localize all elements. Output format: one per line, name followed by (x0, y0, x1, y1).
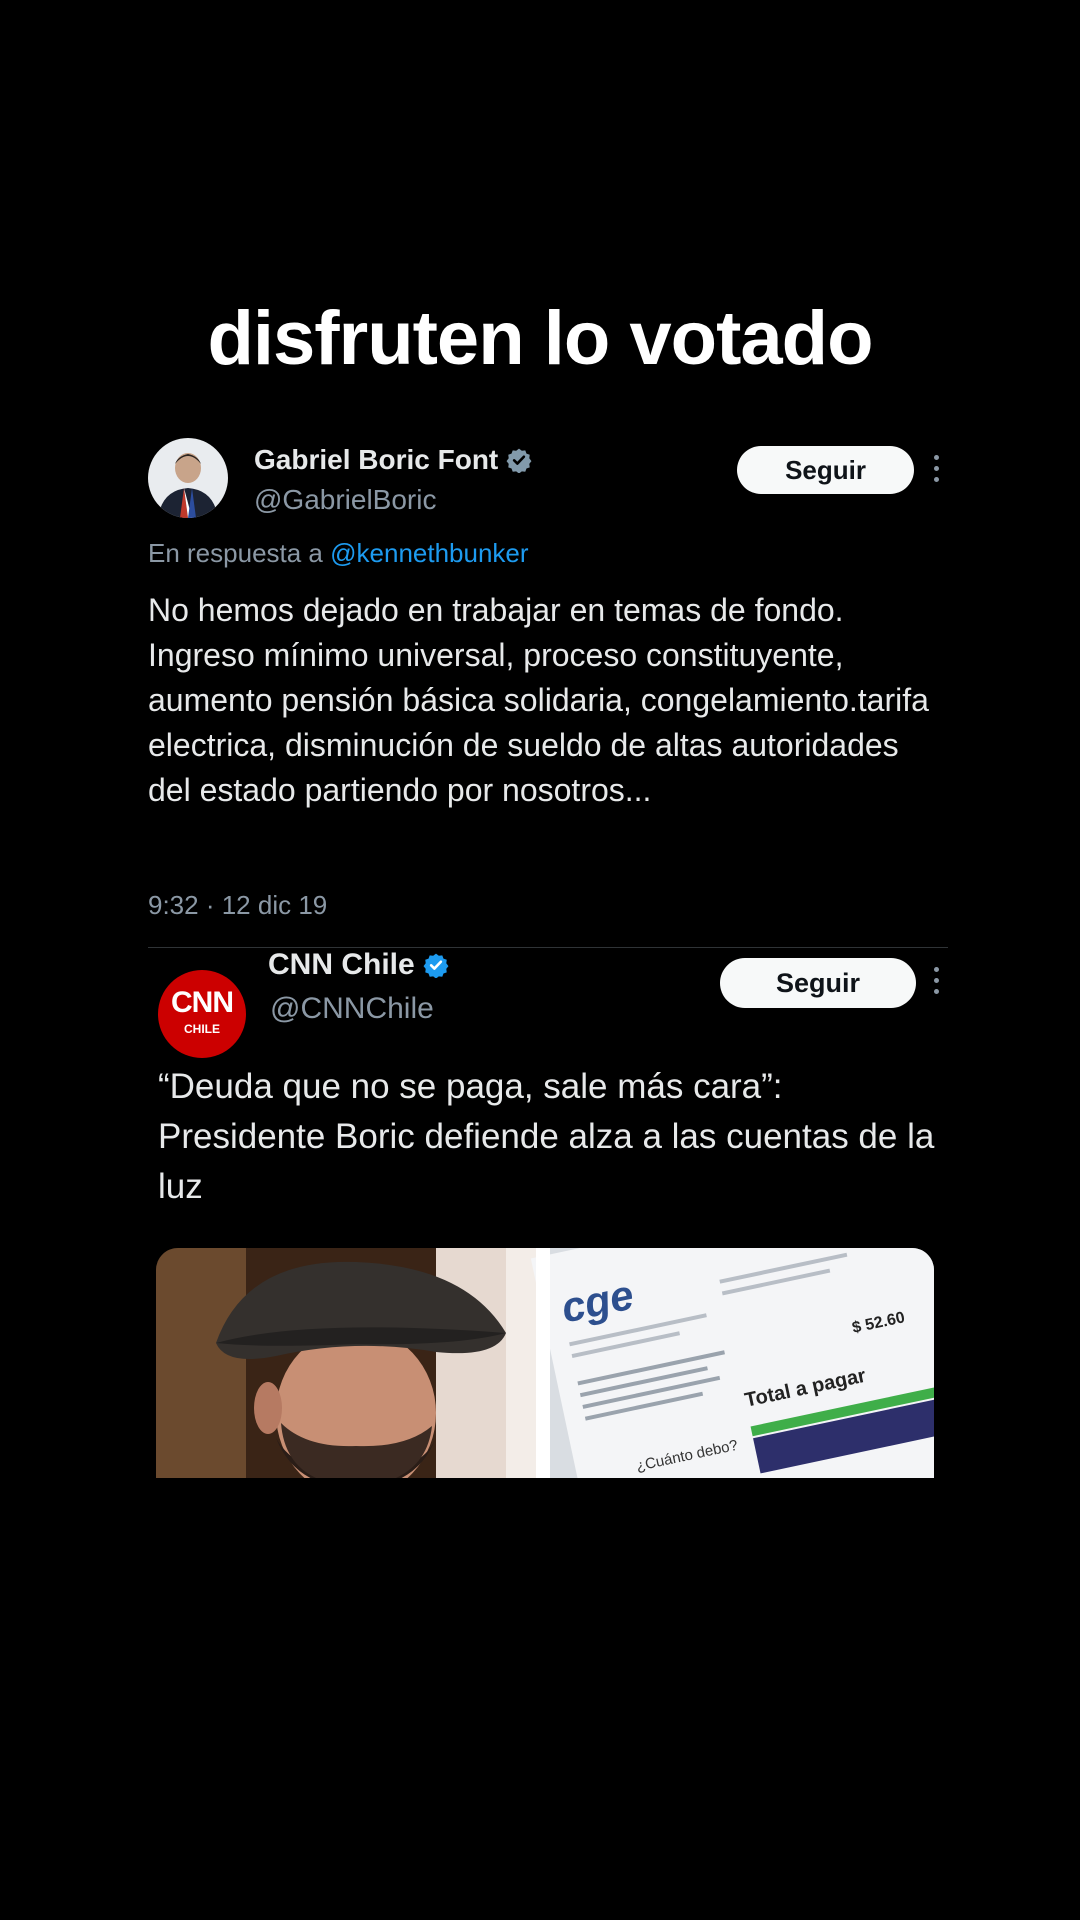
follow-button[interactable]: Seguir (719, 958, 916, 1008)
reply-mention-link[interactable]: @kennethbunker (330, 538, 528, 568)
reply-context: En respuesta a @kennethbunker (148, 538, 529, 569)
cnn-logo-text: CNN (171, 986, 234, 1019)
tweet-timestamp[interactable]: 9:32 · 12 dic 19 (148, 890, 327, 921)
verified-badge-icon (506, 448, 532, 473)
author-name[interactable]: CNN Chile (268, 952, 415, 980)
media-illustration: cge $ 52.60 Total a pagar ¿Cuánto debo? (156, 1248, 934, 1478)
cnn-avatar[interactable]: CNN CHILE (158, 970, 246, 1058)
tweet-text: “Deuda que no se paga, sale más cara”: P… (158, 1067, 935, 1206)
follow-button[interactable]: Seguir (737, 446, 914, 494)
reply-prefix: En respuesta a (148, 538, 323, 568)
author-handle[interactable]: @CNNChile (270, 992, 434, 1026)
more-options-icon[interactable] (924, 960, 948, 1000)
divider (148, 947, 948, 948)
verified-badge-icon (423, 953, 449, 978)
video-caption: disfruten lo votado (207, 296, 874, 381)
tweet-media-image[interactable]: cge $ 52.60 Total a pagar ¿Cuánto debo? (156, 1248, 934, 1478)
more-options-icon[interactable] (924, 448, 948, 488)
tweet-text: No hemos dejado en trabajar en temas de … (148, 592, 929, 808)
avatar[interactable] (148, 438, 228, 518)
author-handle[interactable]: @GabrielBoric (254, 484, 436, 516)
cnn-logo-subtext: CHILE (184, 1022, 220, 1036)
author-name[interactable]: Gabriel Boric Font (254, 444, 498, 476)
